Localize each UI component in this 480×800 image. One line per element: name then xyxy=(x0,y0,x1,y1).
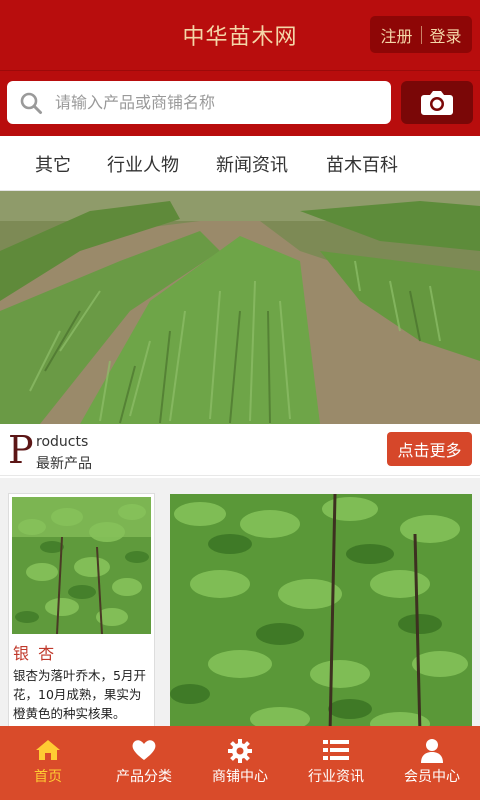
tab-label: 商铺中心 xyxy=(212,769,268,785)
tab-label: 产品分类 xyxy=(116,769,172,785)
tab-home[interactable]: 首页 xyxy=(0,726,96,800)
tab-label: 行业资讯 xyxy=(308,769,364,785)
tab-industry-news[interactable]: 行业资讯 xyxy=(288,726,384,800)
auth-buttons: 注册 登录 xyxy=(370,16,472,53)
nav-item-encyclopedia[interactable]: 苗木百科 xyxy=(326,151,398,177)
login-button[interactable]: 登录 xyxy=(430,23,462,47)
category-nav: 其它 行业人物 新闻资讯 苗木百科 xyxy=(0,137,480,191)
section-title-en: roducts xyxy=(36,434,89,450)
search-bar xyxy=(0,70,480,136)
product-image xyxy=(12,497,151,634)
gear-icon xyxy=(228,739,252,763)
register-button[interactable]: 注册 xyxy=(380,23,412,47)
nav-item-news[interactable]: 新闻资讯 xyxy=(216,151,288,177)
heart-icon xyxy=(132,740,156,760)
nursery-field-image xyxy=(0,191,480,424)
bottom-tab-bar: 首页 产品分类 商铺中心 行业资讯 会员中心 xyxy=(0,726,480,800)
section-letter: P xyxy=(8,428,34,472)
section-title-cn: 最新产品 xyxy=(36,456,92,472)
tab-shop-center[interactable]: 商铺中心 xyxy=(192,726,288,800)
tab-product-category[interactable]: 产品分类 xyxy=(96,726,192,800)
products-section-header: P roducts 最新产品 点击更多 xyxy=(0,424,480,476)
product-grid: 银 杏 银杏为落叶乔木，5月开花，10月成熟，果实为橙黄色的种实核果。 xyxy=(0,478,480,726)
search-icon xyxy=(20,92,42,114)
search-box[interactable] xyxy=(7,81,391,124)
camera-button[interactable] xyxy=(401,81,473,124)
nav-item-people[interactable]: 行业人物 xyxy=(107,151,179,177)
camera-icon xyxy=(421,90,453,115)
search-input[interactable] xyxy=(55,81,375,124)
tab-member-center[interactable]: 会员中心 xyxy=(384,726,480,800)
user-icon xyxy=(421,739,443,763)
product-name: 银 杏 xyxy=(13,644,57,663)
nav-item-other[interactable]: 其它 xyxy=(35,151,71,177)
app-header: 中华苗木网 注册 登录 xyxy=(0,0,480,70)
auth-divider xyxy=(420,25,422,44)
home-icon xyxy=(36,740,60,760)
list-icon xyxy=(323,740,349,760)
banner-image[interactable] xyxy=(0,191,480,424)
product-card[interactable]: 银 杏 银杏为落叶乔木，5月开花，10月成熟，果实为橙黄色的种实核果。 xyxy=(8,493,155,726)
product-description: 银杏为落叶乔木，5月开花，10月成熟，果实为橙黄色的种实核果。 xyxy=(13,668,146,721)
tab-label: 首页 xyxy=(34,769,62,785)
more-button[interactable]: 点击更多 xyxy=(387,432,472,466)
tab-label: 会员中心 xyxy=(404,769,460,785)
featured-product-image[interactable] xyxy=(170,494,472,726)
